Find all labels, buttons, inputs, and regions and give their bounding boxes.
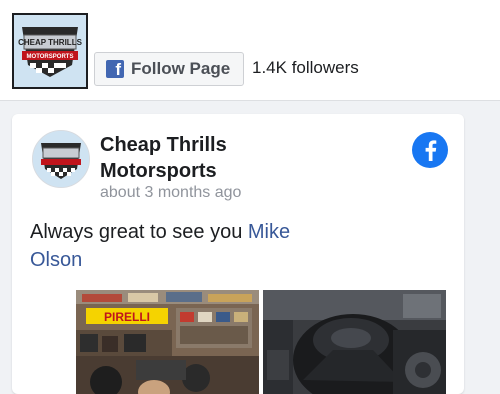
facebook-logo-icon[interactable] [412,132,448,168]
post-page-name[interactable]: Cheap Thrills Motorsports [100,132,300,184]
post-timestamp[interactable]: about 3 months ago [100,184,241,202]
pirelli-sign-text: PIRELLI [104,310,150,324]
post-message: Always great to see you [30,221,248,243]
follow-page-button[interactable]: f Follow Page [94,52,244,86]
post-card: Cheap Thrills Motorsports about 3 months… [12,114,464,394]
post-text: Always great to see you Mike Olson [30,218,330,274]
followers-count: 1.4K followers [252,58,359,77]
post-photo-2[interactable] [263,290,446,394]
page-plugin-header: CHEAP THRILLS MOTORSPORTS f Follow Page … [0,0,500,101]
follow-page-label: Follow Page [131,59,231,78]
logo-band-text: MOTORSPORTS [27,54,74,60]
facebook-f-icon: f [106,60,124,78]
page-logo[interactable]: CHEAP THRILLS MOTORSPORTS [12,13,88,89]
logo-text: CHEAP THRILLS [18,38,83,47]
post-photo-1[interactable]: PIRELLI [76,290,259,394]
page-avatar[interactable] [32,130,90,188]
